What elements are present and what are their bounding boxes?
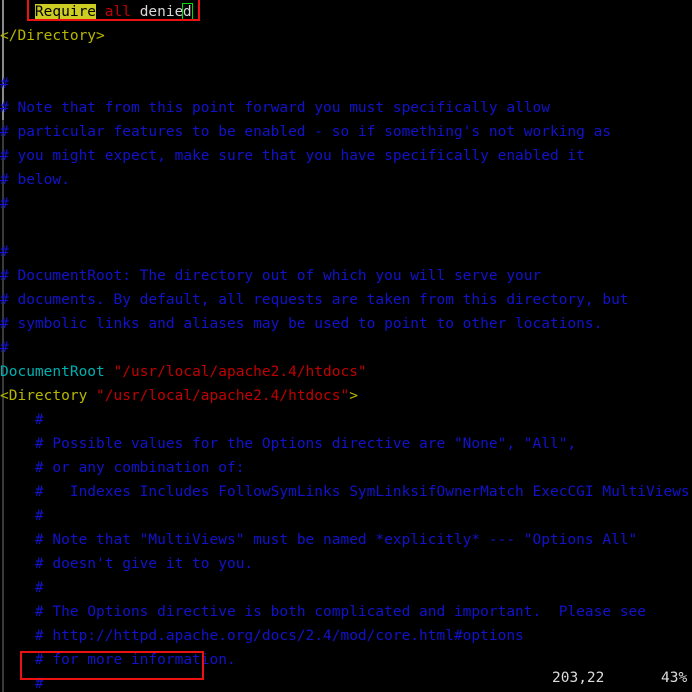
code-token-comment: # you might expect, make sure that you h… [0, 148, 585, 164]
editor-line[interactable]: # below. [0, 168, 692, 192]
code-token-comment: # Possible values for the Options direct… [34, 436, 577, 452]
editor-line[interactable]: DocumentRoot "/usr/local/apache2.4/htdoc… [0, 360, 692, 384]
code-token-comment: # [0, 340, 9, 356]
editor-line[interactable]: </Directory> [0, 24, 692, 48]
editor-text-area[interactable]: Require all denied </Directory> # # Note t… [0, 0, 692, 692]
editor-line[interactable]: # [0, 504, 692, 528]
code-token-comment: # [0, 76, 9, 92]
code-token-comment: # DocumentRoot: The directory out of whi… [0, 268, 542, 284]
editor-line[interactable]: # [0, 72, 692, 96]
code-token-plain: denie [139, 4, 184, 20]
code-token-comment: # documents. By default, all requests ar… [0, 292, 629, 308]
code-token-cursor: d [181, 3, 193, 21]
terminal-screen: Require all denied </Directory> # # Note t… [0, 0, 692, 692]
code-token-comment: # [34, 580, 44, 596]
code-token-comment: # [34, 412, 44, 428]
editor-line[interactable]: # The Options directive is both complica… [0, 600, 692, 624]
editor-line[interactable] [0, 48, 692, 72]
code-token-comment: # below. [0, 172, 70, 188]
editor-line[interactable]: # [0, 192, 692, 216]
editor-line[interactable]: <Directory "/usr/local/apache2.4/htdocs"… [0, 384, 692, 408]
code-token-value: all [104, 4, 131, 20]
editor-line[interactable]: # Indexes Includes FollowSymLinks SymLin… [0, 480, 692, 504]
editor-line[interactable]: # documents. By default, all requests ar… [0, 288, 692, 312]
editor-line[interactable]: # [0, 576, 692, 600]
code-token-comment: # [0, 244, 9, 260]
editor-line[interactable]: Require all denied [0, 0, 692, 24]
code-token-comment: # [0, 196, 9, 212]
code-token-directive: DocumentRoot [0, 364, 105, 380]
editor-line[interactable]: # particular features to be enabled - so… [0, 120, 692, 144]
code-token-comment: # doesn't give it to you. [34, 556, 254, 572]
code-token-tag: </Directory> [0, 28, 105, 44]
editor-line[interactable]: # Note that from this point forward you … [0, 96, 692, 120]
code-token-comment: # Indexes Includes FollowSymLinks SymLin… [34, 484, 690, 500]
editor-line[interactable]: # [0, 240, 692, 264]
code-token-kwhl: Require [34, 4, 97, 20]
status-scroll-percent: 43% [661, 670, 688, 686]
editor-line[interactable]: # http://httpd.apache.org/docs/2.4/mod/c… [0, 624, 692, 648]
code-token-comment: # particular features to be enabled - so… [0, 124, 612, 140]
code-token-tag: <Directory [0, 388, 97, 404]
code-token-comment: # Note that from this point forward you … [0, 100, 550, 116]
editor-line[interactable]: # [0, 408, 692, 432]
code-token-comment: # The Options directive is both complica… [34, 604, 647, 620]
code-token-comment: # [34, 508, 44, 524]
editor-line[interactable]: # DocumentRoot: The directory out of whi… [0, 264, 692, 288]
editor-line[interactable]: # symbolic links and aliases may be used… [0, 312, 692, 336]
editor-line[interactable]: # you might expect, make sure that you h… [0, 144, 692, 168]
code-token-comment: # or any combination of: [34, 460, 245, 476]
editor-status-line: 203,22 43% [0, 666, 692, 692]
code-token-string: "/usr/local/apache2.4/htdocs" [96, 388, 350, 404]
code-token-comment: # symbolic links and aliases may be used… [0, 316, 603, 332]
editor-line[interactable] [0, 216, 692, 240]
code-token-string: "/usr/local/apache2.4/htdocs" [113, 364, 367, 380]
editor-line[interactable]: # Note that "MultiViews" must be named *… [0, 528, 692, 552]
editor-line[interactable]: # Possible values for the Options direct… [0, 432, 692, 456]
editor-line[interactable]: # doesn't give it to you. [0, 552, 692, 576]
status-cursor-position: 203,22 [552, 670, 605, 686]
editor-line[interactable]: # [0, 336, 692, 360]
code-token-tag: > [349, 388, 358, 404]
code-token-comment: # http://httpd.apache.org/docs/2.4/mod/c… [34, 628, 524, 644]
editor-line[interactable]: # or any combination of: [0, 456, 692, 480]
code-token-comment: # Note that "MultiViews" must be named *… [34, 532, 638, 548]
